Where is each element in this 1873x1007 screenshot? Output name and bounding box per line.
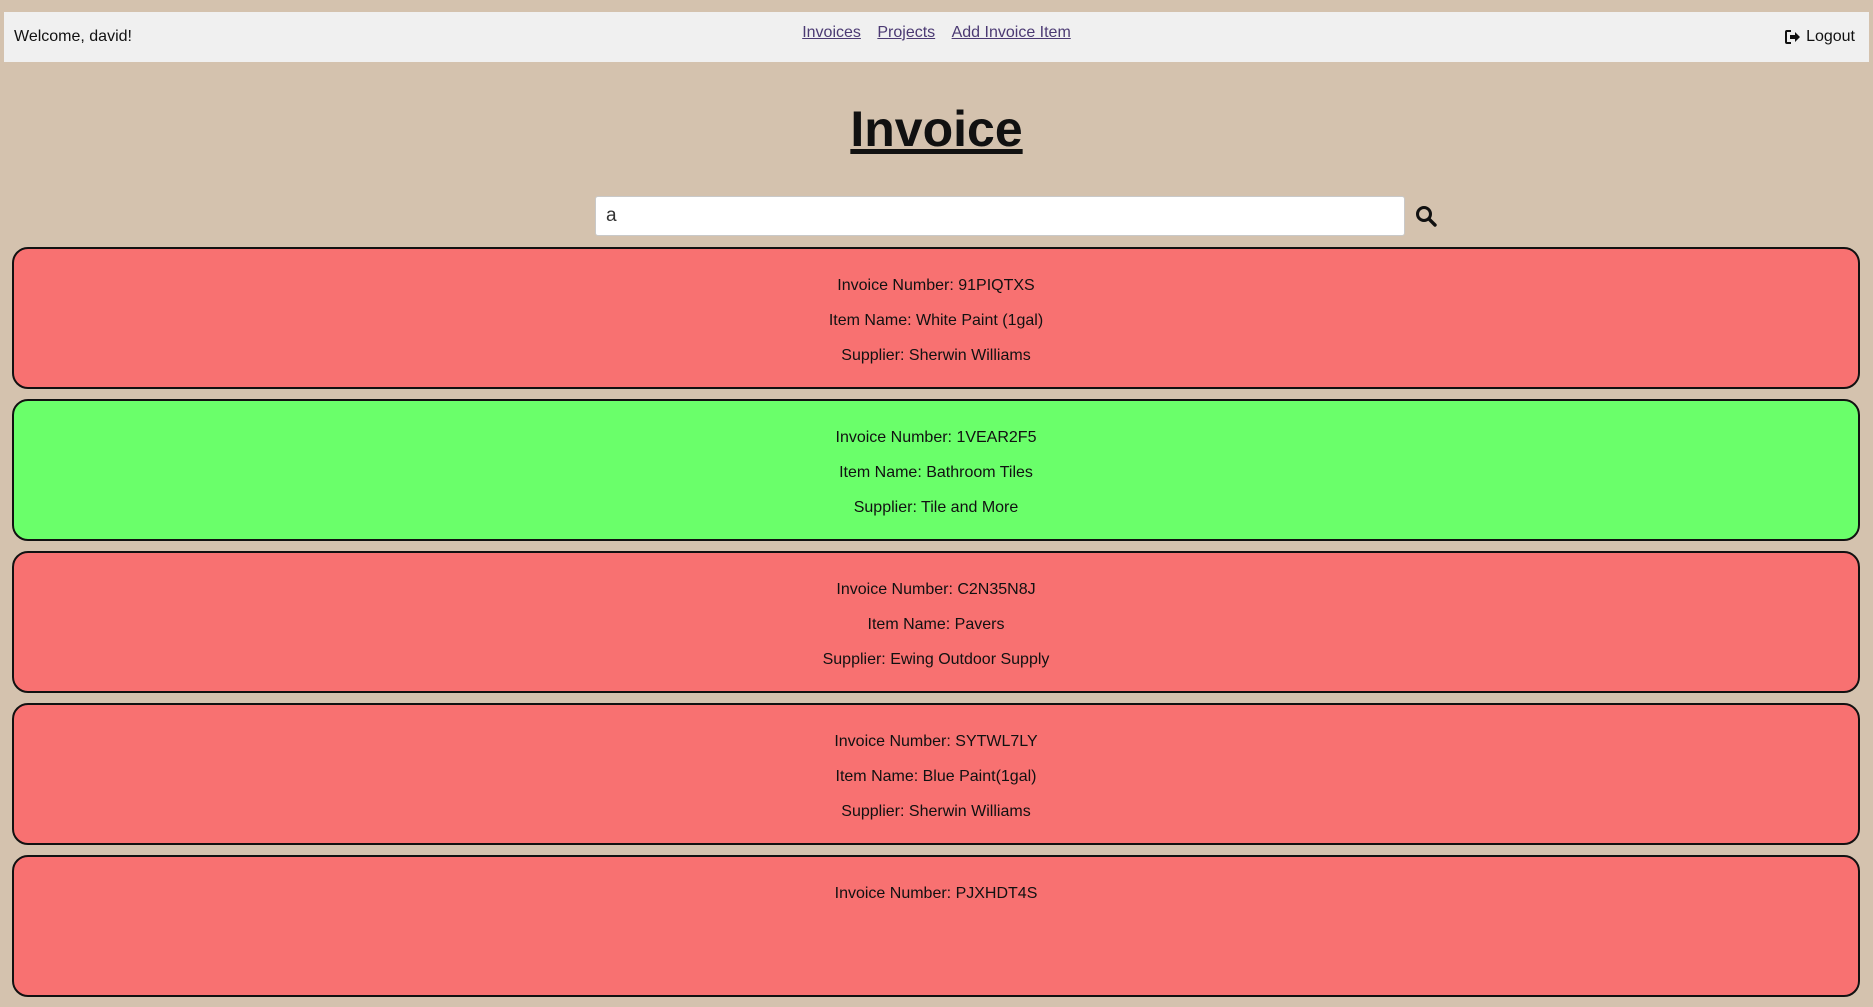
invoice-card[interactable]: Invoice Number: 91PIQTXS Item Name: Whit… <box>12 247 1860 389</box>
nav-link-invoices[interactable]: Invoices <box>802 24 861 41</box>
invoice-card[interactable]: Invoice Number: C2N35N8J Item Name: Pave… <box>12 551 1860 693</box>
logout-icon <box>1785 30 1801 44</box>
supplier-name: Supplier: Sherwin Williams <box>841 347 1031 364</box>
supplier-name: Supplier: Ewing Outdoor Supply <box>822 651 1050 668</box>
search-bar <box>595 196 1439 236</box>
supplier-name: Supplier: Tile and More <box>853 499 1019 516</box>
invoice-list: Invoice Number: 91PIQTXS Item Name: Whit… <box>12 247 1860 1007</box>
invoice-number: Invoice Number: PJXHDT4S <box>834 885 1038 902</box>
search-button[interactable] <box>1413 203 1439 229</box>
nav-link-add-invoice-item[interactable]: Add Invoice Item <box>952 24 1071 41</box>
invoice-card[interactable]: Invoice Number: SYTWL7LY Item Name: Blue… <box>12 703 1860 845</box>
nav-links: Invoices Projects Add Invoice Item <box>4 24 1869 42</box>
item-name: Item Name: Pavers <box>867 616 1005 633</box>
invoice-card[interactable]: Invoice Number: 1VEAR2F5 Item Name: Bath… <box>12 399 1860 541</box>
page-title: Invoice <box>850 101 1023 157</box>
invoice-card[interactable]: Invoice Number: PJXHDT4S <box>12 855 1860 997</box>
nav-link-projects[interactable]: Projects <box>877 24 935 41</box>
logout-button[interactable]: Logout <box>1785 28 1855 46</box>
search-icon <box>1416 206 1437 227</box>
top-navbar: Welcome, david! Invoices Projects Add In… <box>4 12 1869 62</box>
supplier-name: Supplier: Sherwin Williams <box>841 803 1031 820</box>
invoice-number: Invoice Number: 91PIQTXS <box>837 277 1035 294</box>
item-name: Item Name: White Paint (1gal) <box>828 312 1044 329</box>
item-name: Item Name: Blue Paint(1gal) <box>835 768 1037 785</box>
search-input[interactable] <box>595 196 1405 236</box>
invoice-number: Invoice Number: C2N35N8J <box>836 581 1036 598</box>
invoice-number: Invoice Number: SYTWL7LY <box>834 733 1038 750</box>
invoice-number: Invoice Number: 1VEAR2F5 <box>835 429 1037 446</box>
logout-label: Logout <box>1806 28 1855 45</box>
item-name: Item Name: Bathroom Tiles <box>839 464 1033 481</box>
